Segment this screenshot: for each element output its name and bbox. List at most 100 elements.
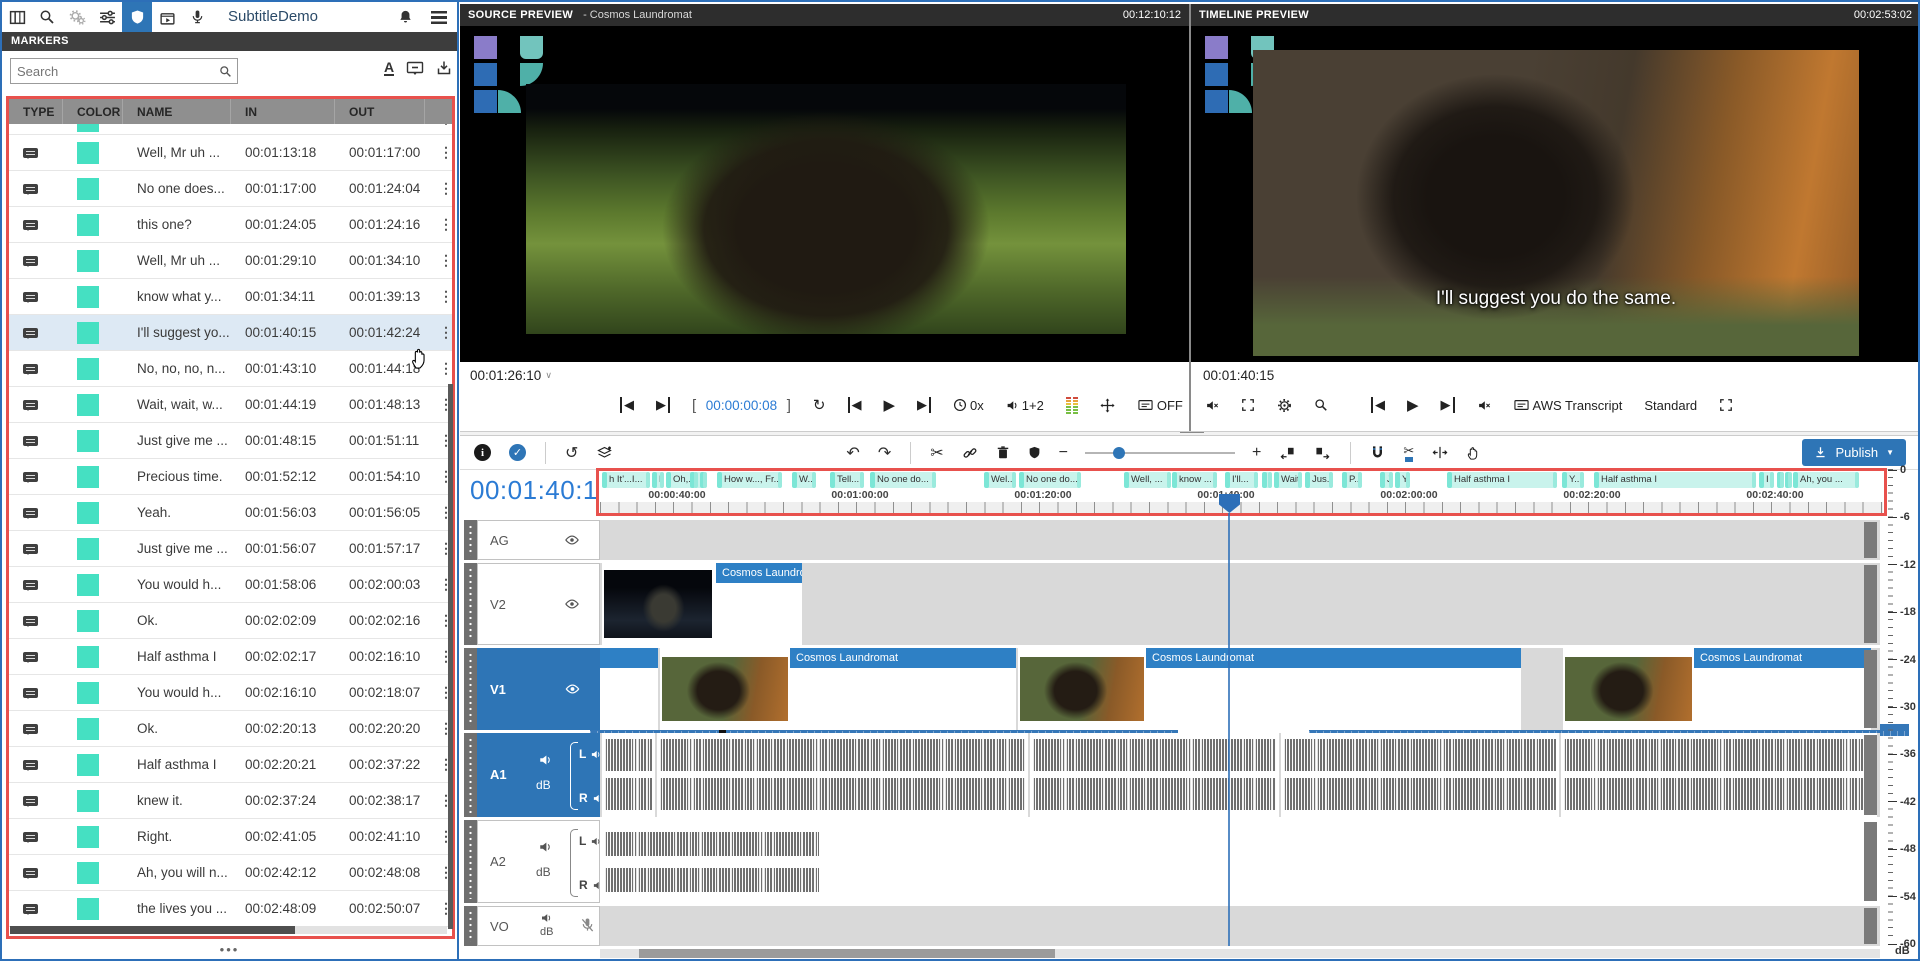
mute-icon[interactable]	[1477, 399, 1491, 412]
marker-color-swatch[interactable]	[77, 250, 99, 272]
marker-row[interactable]: Yeah.00:01:56:0300:01:56:05⋮	[9, 495, 452, 531]
track-scroll-meter-block[interactable]	[1864, 822, 1877, 901]
mute-icon[interactable]	[1205, 399, 1219, 412]
marker-color-swatch[interactable]	[77, 754, 99, 776]
track-a1-lane[interactable]	[600, 733, 1880, 817]
track-v2-header[interactable]: V2	[477, 563, 600, 645]
trim-jog-icon[interactable]	[1100, 398, 1115, 413]
subtitle-block[interactable]: Tell...	[830, 472, 864, 488]
goto-out-button[interactable]: ▶	[656, 397, 670, 413]
hand-tool-button[interactable]	[1466, 445, 1481, 461]
fullscreen-icon[interactable]	[1719, 398, 1733, 412]
font-style-icon[interactable]: A	[384, 61, 394, 76]
track-a1-header[interactable]: A1 dB L R	[477, 733, 600, 817]
audio-clip[interactable]	[1281, 733, 1559, 817]
eye-icon[interactable]	[564, 597, 580, 611]
subtitle-block[interactable]: Y...	[1395, 472, 1410, 488]
playback-speed[interactable]: 0x	[953, 398, 984, 413]
marker-row[interactable]: the lives you ...00:02:48:0900:02:50:07⋮	[9, 891, 452, 927]
subtitle-block[interactable]	[1785, 472, 1792, 488]
track-v2-grip[interactable]	[464, 563, 477, 645]
subtitle-block[interactable]: Half asthma I	[1594, 472, 1756, 488]
subtitle-block[interactable]	[700, 472, 707, 488]
marker-color-swatch[interactable]	[77, 538, 99, 560]
fit-timeline-button[interactable]	[1432, 445, 1448, 460]
marker-menu-icon[interactable]: ⋮	[439, 124, 452, 127]
subtitle-block[interactable]: Well, ...	[1124, 472, 1171, 488]
track-a1-grip[interactable]	[464, 733, 477, 817]
marker-search[interactable]	[10, 58, 238, 84]
marker-color-swatch[interactable]	[77, 394, 99, 416]
track-scroll-meter-block[interactable]	[1864, 565, 1877, 643]
marker-menu-icon[interactable]: ⋮	[439, 252, 452, 269]
db-toggle[interactable]: dB	[536, 778, 551, 792]
video-clip[interactable]	[600, 648, 658, 730]
subtitle-block[interactable]: Y...	[1562, 472, 1584, 488]
db-toggle[interactable]: dB	[536, 865, 551, 879]
loop-playback-icon[interactable]: ↻	[813, 396, 826, 414]
marker-row[interactable]: Right.00:02:41:0500:02:41:10⋮	[9, 819, 452, 855]
subtitle-block[interactable]: How w..., Fr...	[717, 472, 782, 488]
approve-check-button[interactable]: ✓	[509, 444, 526, 461]
eye-icon[interactable]	[564, 533, 580, 547]
add-marker-shield-button[interactable]	[1028, 445, 1041, 460]
quality-selector[interactable]: Standard	[1644, 398, 1697, 413]
subtitle-block[interactable]: I'll...	[1225, 472, 1258, 488]
subtitle-block[interactable]: W...	[792, 472, 816, 488]
track-vo-lane[interactable]	[600, 906, 1880, 946]
delete-trash-button[interactable]	[996, 445, 1010, 460]
channel-left[interactable]: L	[579, 834, 602, 848]
markers-hscrollbar-thumb[interactable]	[10, 926, 295, 934]
video-clip[interactable]: Cosmos Laundromat	[660, 648, 1016, 730]
marker-row[interactable]: knew it.00:02:37:2400:02:38:17⋮	[9, 783, 452, 819]
captions-toggle[interactable]: OFF	[1137, 398, 1183, 413]
prev-frame-button[interactable]: ◀	[1371, 397, 1385, 413]
marker-color-swatch[interactable]	[77, 322, 99, 344]
marker-color-swatch[interactable]	[77, 142, 99, 164]
marker-menu-icon[interactable]: ⋮	[439, 216, 452, 233]
chevron-down-icon[interactable]: ∨	[545, 370, 552, 381]
timeline-hscrollbar[interactable]	[600, 949, 1880, 958]
snap-magnet-button[interactable]	[1370, 445, 1385, 460]
marker-menu-icon[interactable]: ⋮	[439, 360, 452, 377]
marker-color-swatch[interactable]	[77, 124, 99, 132]
track-vo-header[interactable]: VO dB	[477, 906, 600, 946]
marker-row[interactable]: Well, Mr uh ...00:01:13:1800:01:17:00⋮	[9, 135, 452, 171]
settings-sliders-icon[interactable]	[92, 2, 122, 32]
track-v1-lane[interactable]: Cosmos Laundromat Cosmos Laundromat Cosm…	[600, 648, 1880, 730]
insert-overwrite-right-button[interactable]	[1314, 445, 1331, 460]
video-clip[interactable]: Cosmos Laundro	[602, 563, 802, 645]
mic-muted-icon[interactable]	[580, 917, 595, 933]
marker-row[interactable]: You would h...00:02:16:1000:02:18:07⋮	[9, 675, 452, 711]
marker-menu-icon[interactable]: ⋮	[439, 324, 452, 341]
marker-row[interactable]: Just give me ...00:01:48:1500:01:51:11⋮	[9, 423, 452, 459]
play-button[interactable]: ▶	[884, 396, 896, 414]
zoom-in-button[interactable]: +	[1252, 444, 1261, 462]
db-toggle[interactable]: dB	[540, 926, 553, 938]
revert-icon[interactable]: ↺	[565, 443, 578, 463]
track-ag-header[interactable]: AG	[477, 520, 600, 560]
markers-shield-icon[interactable]	[122, 2, 152, 32]
track-ag-grip[interactable]	[464, 520, 477, 560]
transcript-selector[interactable]: AWS Transcript	[1513, 398, 1623, 413]
subtitle-block[interactable]: know ...	[1172, 472, 1217, 488]
track-scroll-meter-block[interactable]	[1864, 735, 1877, 815]
marker-color-swatch[interactable]	[77, 574, 99, 596]
export-download-icon[interactable]	[436, 60, 452, 76]
timeline-tick-strip[interactable]	[600, 502, 1883, 513]
audio-clip[interactable]	[657, 733, 1028, 817]
marker-row[interactable]: No, no, no, n...00:01:43:1000:01:44:18⋮	[9, 351, 452, 387]
source-video-area[interactable]	[460, 26, 1189, 362]
panel-resize-handle[interactable]: •••	[2, 942, 457, 957]
markers-vscrollbar-thumb[interactable]	[448, 384, 453, 929]
subtitle-block[interactable]: No one do...	[870, 472, 936, 488]
marker-row[interactable]: Just give me ...00:01:56:0700:01:57:17⋮	[9, 531, 452, 567]
col-type[interactable]: TYPE	[9, 99, 63, 124]
marker-row[interactable]: I'll suggest yo...00:01:40:1500:01:42:24…	[9, 315, 452, 351]
speaker-icon[interactable]	[538, 753, 553, 767]
speaker-icon[interactable]	[538, 840, 553, 854]
marker-color-swatch[interactable]	[77, 682, 99, 704]
cut-scissors-button[interactable]: ✂	[930, 443, 943, 463]
player-settings-gear-icon[interactable]	[1277, 398, 1292, 413]
audio-clip[interactable]	[1030, 733, 1279, 817]
